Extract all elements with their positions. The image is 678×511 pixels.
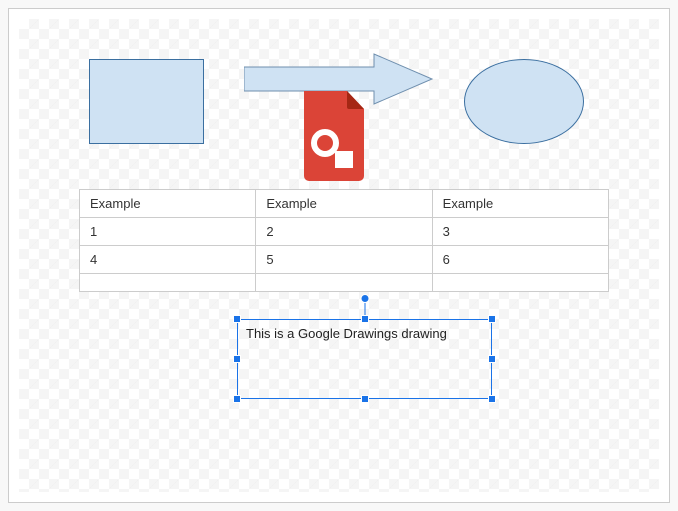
table-header-cell[interactable]: Example: [432, 190, 608, 218]
resize-handle-ne[interactable]: [488, 315, 496, 323]
resize-handle-s[interactable]: [361, 395, 369, 403]
table-cell[interactable]: 3: [432, 218, 608, 246]
table-cell[interactable]: [256, 274, 432, 292]
table-cell[interactable]: 5: [256, 246, 432, 274]
rotation-handle[interactable]: [360, 294, 369, 303]
table-header-cell[interactable]: Example: [80, 190, 256, 218]
ellipse-shape[interactable]: [464, 59, 584, 144]
table-row[interactable]: [80, 274, 609, 292]
canvas-frame: Example Example Example 1 2 3 4 5 6: [8, 8, 670, 503]
table-row[interactable]: 4 5 6: [80, 246, 609, 274]
text-box[interactable]: This is a Google Drawings drawing: [237, 319, 492, 399]
resize-handle-se[interactable]: [488, 395, 496, 403]
data-table[interactable]: Example Example Example 1 2 3 4 5 6: [79, 189, 609, 292]
resize-handle-e[interactable]: [488, 355, 496, 363]
resize-handle-w[interactable]: [233, 355, 241, 363]
text-box-content: This is a Google Drawings drawing: [246, 326, 447, 341]
table-cell[interactable]: 6: [432, 246, 608, 274]
table-row[interactable]: Example Example Example: [80, 190, 609, 218]
rectangle-shape[interactable]: [89, 59, 204, 144]
table-cell[interactable]: 2: [256, 218, 432, 246]
table-row[interactable]: 1 2 3: [80, 218, 609, 246]
table-cell[interactable]: 4: [80, 246, 256, 274]
table-cell[interactable]: 1: [80, 218, 256, 246]
table-cell[interactable]: [80, 274, 256, 292]
google-drawings-file-icon[interactable]: [299, 91, 369, 181]
resize-handle-n[interactable]: [361, 315, 369, 323]
resize-handle-sw[interactable]: [233, 395, 241, 403]
table-cell[interactable]: [432, 274, 608, 292]
resize-handle-nw[interactable]: [233, 315, 241, 323]
drawing-canvas[interactable]: Example Example Example 1 2 3 4 5 6: [19, 19, 659, 492]
table-header-cell[interactable]: Example: [256, 190, 432, 218]
